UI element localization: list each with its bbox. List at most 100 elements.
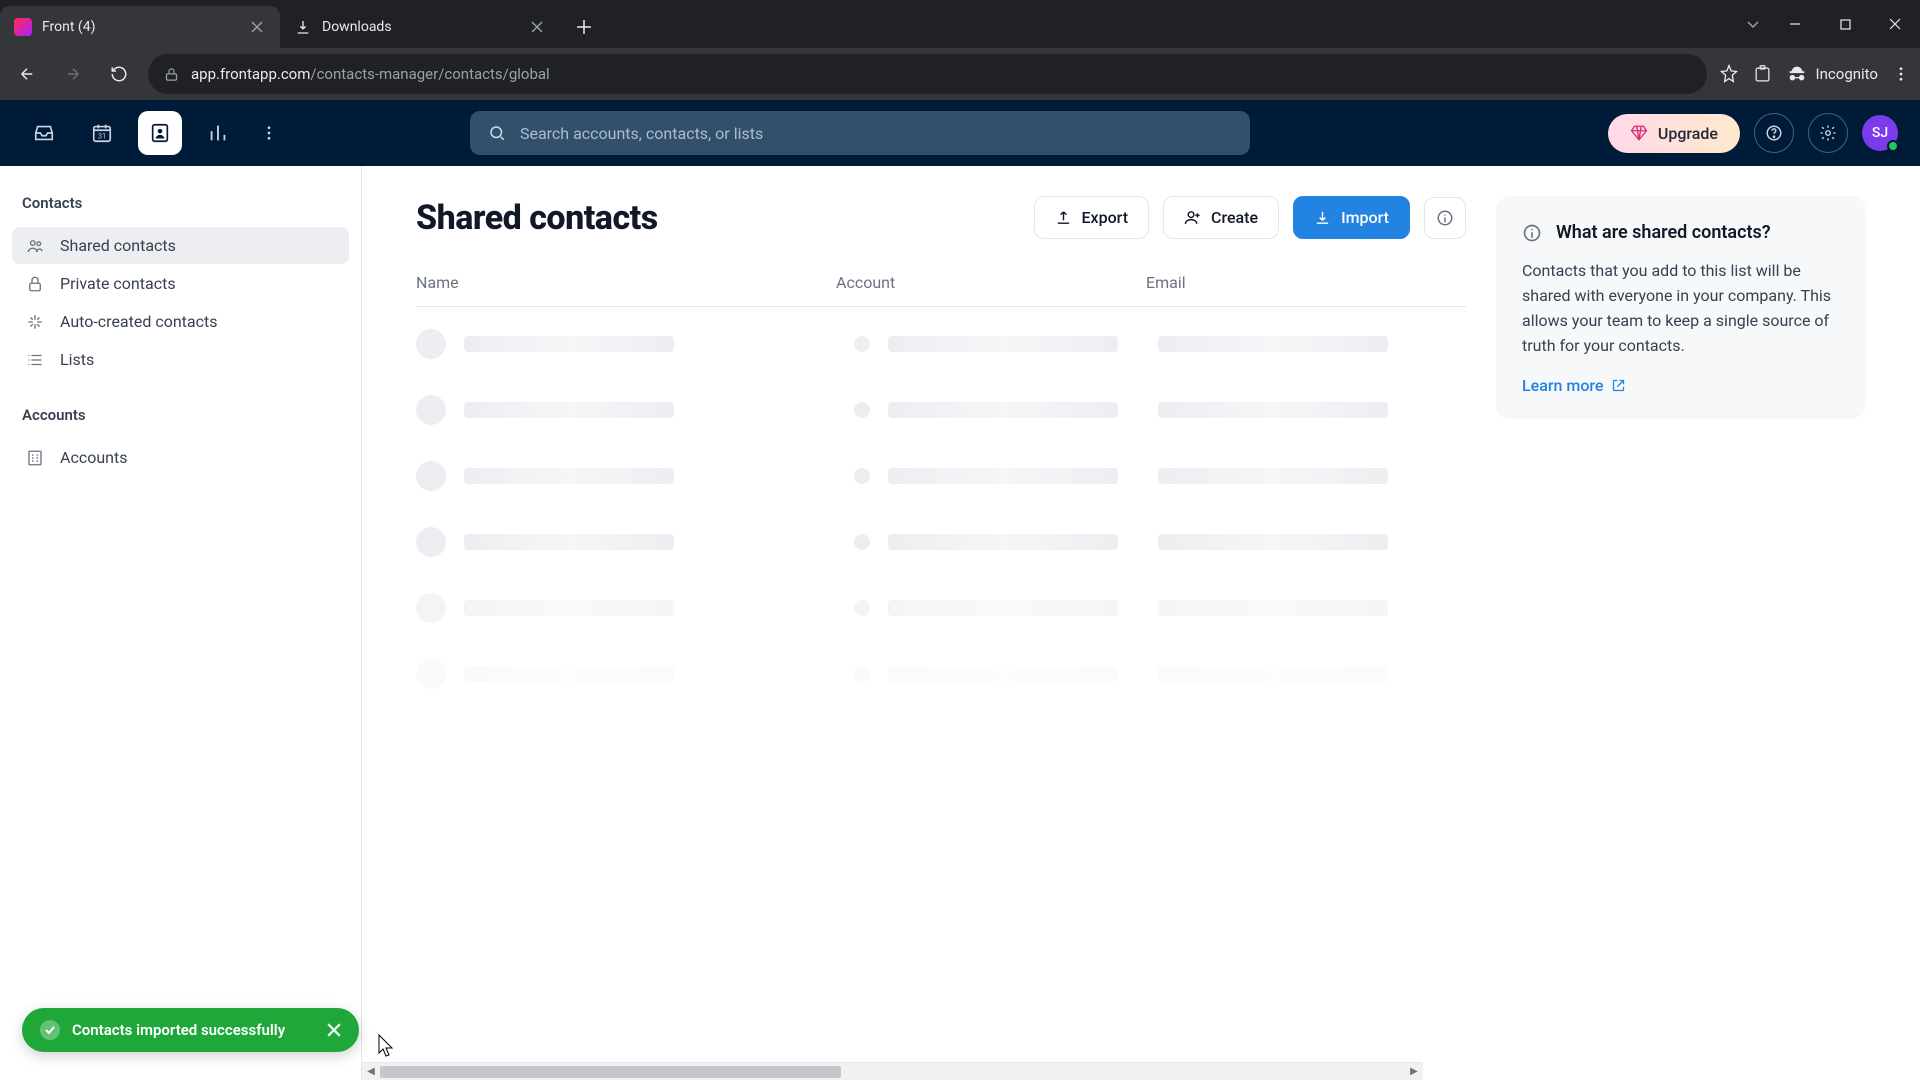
learn-more-label: Learn more xyxy=(1522,376,1603,395)
new-tab-button[interactable] xyxy=(566,9,602,45)
settings-button[interactable] xyxy=(1808,113,1848,153)
list-icon xyxy=(26,351,46,369)
sidebar-item-private-contacts[interactable]: Private contacts xyxy=(12,265,349,302)
upgrade-button[interactable]: Upgrade xyxy=(1608,114,1740,153)
window-close[interactable] xyxy=(1870,6,1920,42)
loading-skeleton xyxy=(416,307,1466,689)
lock-icon xyxy=(164,67,179,82)
create-label: Create xyxy=(1211,208,1258,227)
url-path: /contacts-manager/contacts/global xyxy=(310,65,549,83)
import-label: Import xyxy=(1341,208,1389,227)
skeleton-row xyxy=(416,527,1466,557)
column-account[interactable]: Account xyxy=(836,273,1146,292)
download-icon xyxy=(294,18,312,36)
sidebar-item-auto-created[interactable]: Auto-created contacts xyxy=(12,303,349,340)
create-button[interactable]: Create xyxy=(1163,196,1279,239)
user-avatar[interactable]: SJ xyxy=(1862,115,1898,151)
user-plus-icon xyxy=(1184,209,1201,226)
sidebar-heading-accounts: Accounts xyxy=(12,400,349,438)
learn-more-link[interactable]: Learn more xyxy=(1522,376,1626,395)
address-bar[interactable]: app.frontapp.com/contacts-manager/contac… xyxy=(148,54,1707,94)
sidebar-item-label: Private contacts xyxy=(60,274,176,293)
window-minimize[interactable] xyxy=(1770,6,1820,42)
global-search[interactable] xyxy=(470,111,1250,155)
page-info-button[interactable] xyxy=(1424,197,1466,239)
scroll-right-arrow[interactable]: ▶ xyxy=(1405,1066,1423,1077)
app-body: Contacts Shared contacts Private contact… xyxy=(0,166,1920,1080)
close-icon[interactable] xyxy=(248,18,266,36)
bookmark-icon[interactable] xyxy=(1719,64,1739,84)
column-email[interactable]: Email xyxy=(1146,273,1466,292)
sparkle-icon xyxy=(26,313,46,331)
skeleton-row xyxy=(416,395,1466,425)
search-icon xyxy=(488,124,506,142)
sidebar-item-lists[interactable]: Lists xyxy=(12,341,349,378)
sidebar-item-label: Auto-created contacts xyxy=(60,312,217,331)
info-panel-body: Contacts that you add to this list will … xyxy=(1522,259,1840,358)
external-link-icon xyxy=(1611,378,1626,393)
extensions-icon[interactable] xyxy=(1753,65,1772,84)
tab-title: Downloads xyxy=(322,19,518,35)
toast-message: Contacts imported successfully xyxy=(72,1021,285,1039)
incognito-label: Incognito xyxy=(1816,65,1878,83)
lock-icon xyxy=(26,275,46,293)
sidebar-item-accounts[interactable]: Accounts xyxy=(12,439,349,476)
building-icon xyxy=(26,449,46,467)
sidebar-item-shared-contacts[interactable]: Shared contacts xyxy=(12,227,349,264)
nav-more[interactable] xyxy=(254,124,284,142)
tab-title: Front (4) xyxy=(42,19,238,35)
column-name[interactable]: Name xyxy=(416,273,836,292)
incognito-badge[interactable]: Incognito xyxy=(1786,63,1878,85)
nav-inbox[interactable] xyxy=(22,111,66,155)
sidebar-item-label: Shared contacts xyxy=(60,236,176,255)
info-panel: What are shared contacts? Contacts that … xyxy=(1496,196,1866,419)
skeleton-row xyxy=(416,461,1466,491)
chevron-down-icon[interactable] xyxy=(1746,17,1760,31)
export-button[interactable]: Export xyxy=(1034,196,1150,239)
horizontal-scrollbar[interactable]: ◀ ▶ xyxy=(362,1062,1423,1080)
url-text: app.frontapp.com/contacts-manager/contac… xyxy=(191,65,550,83)
app-root: 31 Upgrade SJ Contacts xyxy=(0,100,1920,1080)
sidebar-item-label: Lists xyxy=(60,350,94,369)
close-icon[interactable] xyxy=(528,18,546,36)
app-header: 31 Upgrade SJ xyxy=(0,100,1920,166)
forward-button[interactable] xyxy=(56,57,90,91)
info-icon xyxy=(1522,223,1542,245)
scroll-track[interactable] xyxy=(380,1065,1405,1079)
front-favicon xyxy=(14,18,32,36)
page-header: Shared contacts Export Create Import xyxy=(416,196,1466,239)
nav-calendar[interactable]: 31 xyxy=(80,111,124,155)
scroll-thumb[interactable] xyxy=(380,1066,841,1078)
export-label: Export xyxy=(1082,208,1129,227)
browser-tab-front[interactable]: Front (4) xyxy=(0,6,280,48)
upload-icon xyxy=(1055,209,1072,226)
nav-analytics[interactable] xyxy=(196,111,240,155)
upgrade-label: Upgrade xyxy=(1658,124,1718,143)
toast-close-button[interactable] xyxy=(327,1023,341,1037)
scroll-left-arrow[interactable]: ◀ xyxy=(362,1066,380,1077)
presence-indicator xyxy=(1887,140,1899,152)
diamond-icon xyxy=(1630,124,1648,142)
reload-button[interactable] xyxy=(102,57,136,91)
window-maximize[interactable] xyxy=(1820,6,1870,42)
skeleton-row xyxy=(416,659,1466,689)
browser-toolbar: app.frontapp.com/contacts-manager/contac… xyxy=(0,48,1920,100)
browser-menu-icon[interactable] xyxy=(1892,65,1910,83)
browser-tab-strip: Front (4) Downloads xyxy=(0,0,1920,48)
incognito-icon xyxy=(1786,63,1808,85)
back-button[interactable] xyxy=(10,57,44,91)
url-host: app.frontapp.com xyxy=(191,65,310,83)
table-header: Name Account Email xyxy=(416,263,1466,307)
page-title: Shared contacts xyxy=(416,198,658,238)
browser-tab-downloads[interactable]: Downloads xyxy=(280,6,560,48)
import-button[interactable]: Import xyxy=(1293,196,1410,239)
sidebar: Contacts Shared contacts Private contact… xyxy=(0,166,362,1080)
nav-contacts[interactable] xyxy=(138,111,182,155)
skeleton-row xyxy=(416,329,1466,359)
main-area: Shared contacts Export Create Import xyxy=(362,166,1920,1080)
download-icon xyxy=(1314,209,1331,226)
avatar-initials: SJ xyxy=(1872,125,1888,141)
sidebar-heading-contacts: Contacts xyxy=(12,188,349,226)
search-input[interactable] xyxy=(520,124,1232,143)
help-button[interactable] xyxy=(1754,113,1794,153)
